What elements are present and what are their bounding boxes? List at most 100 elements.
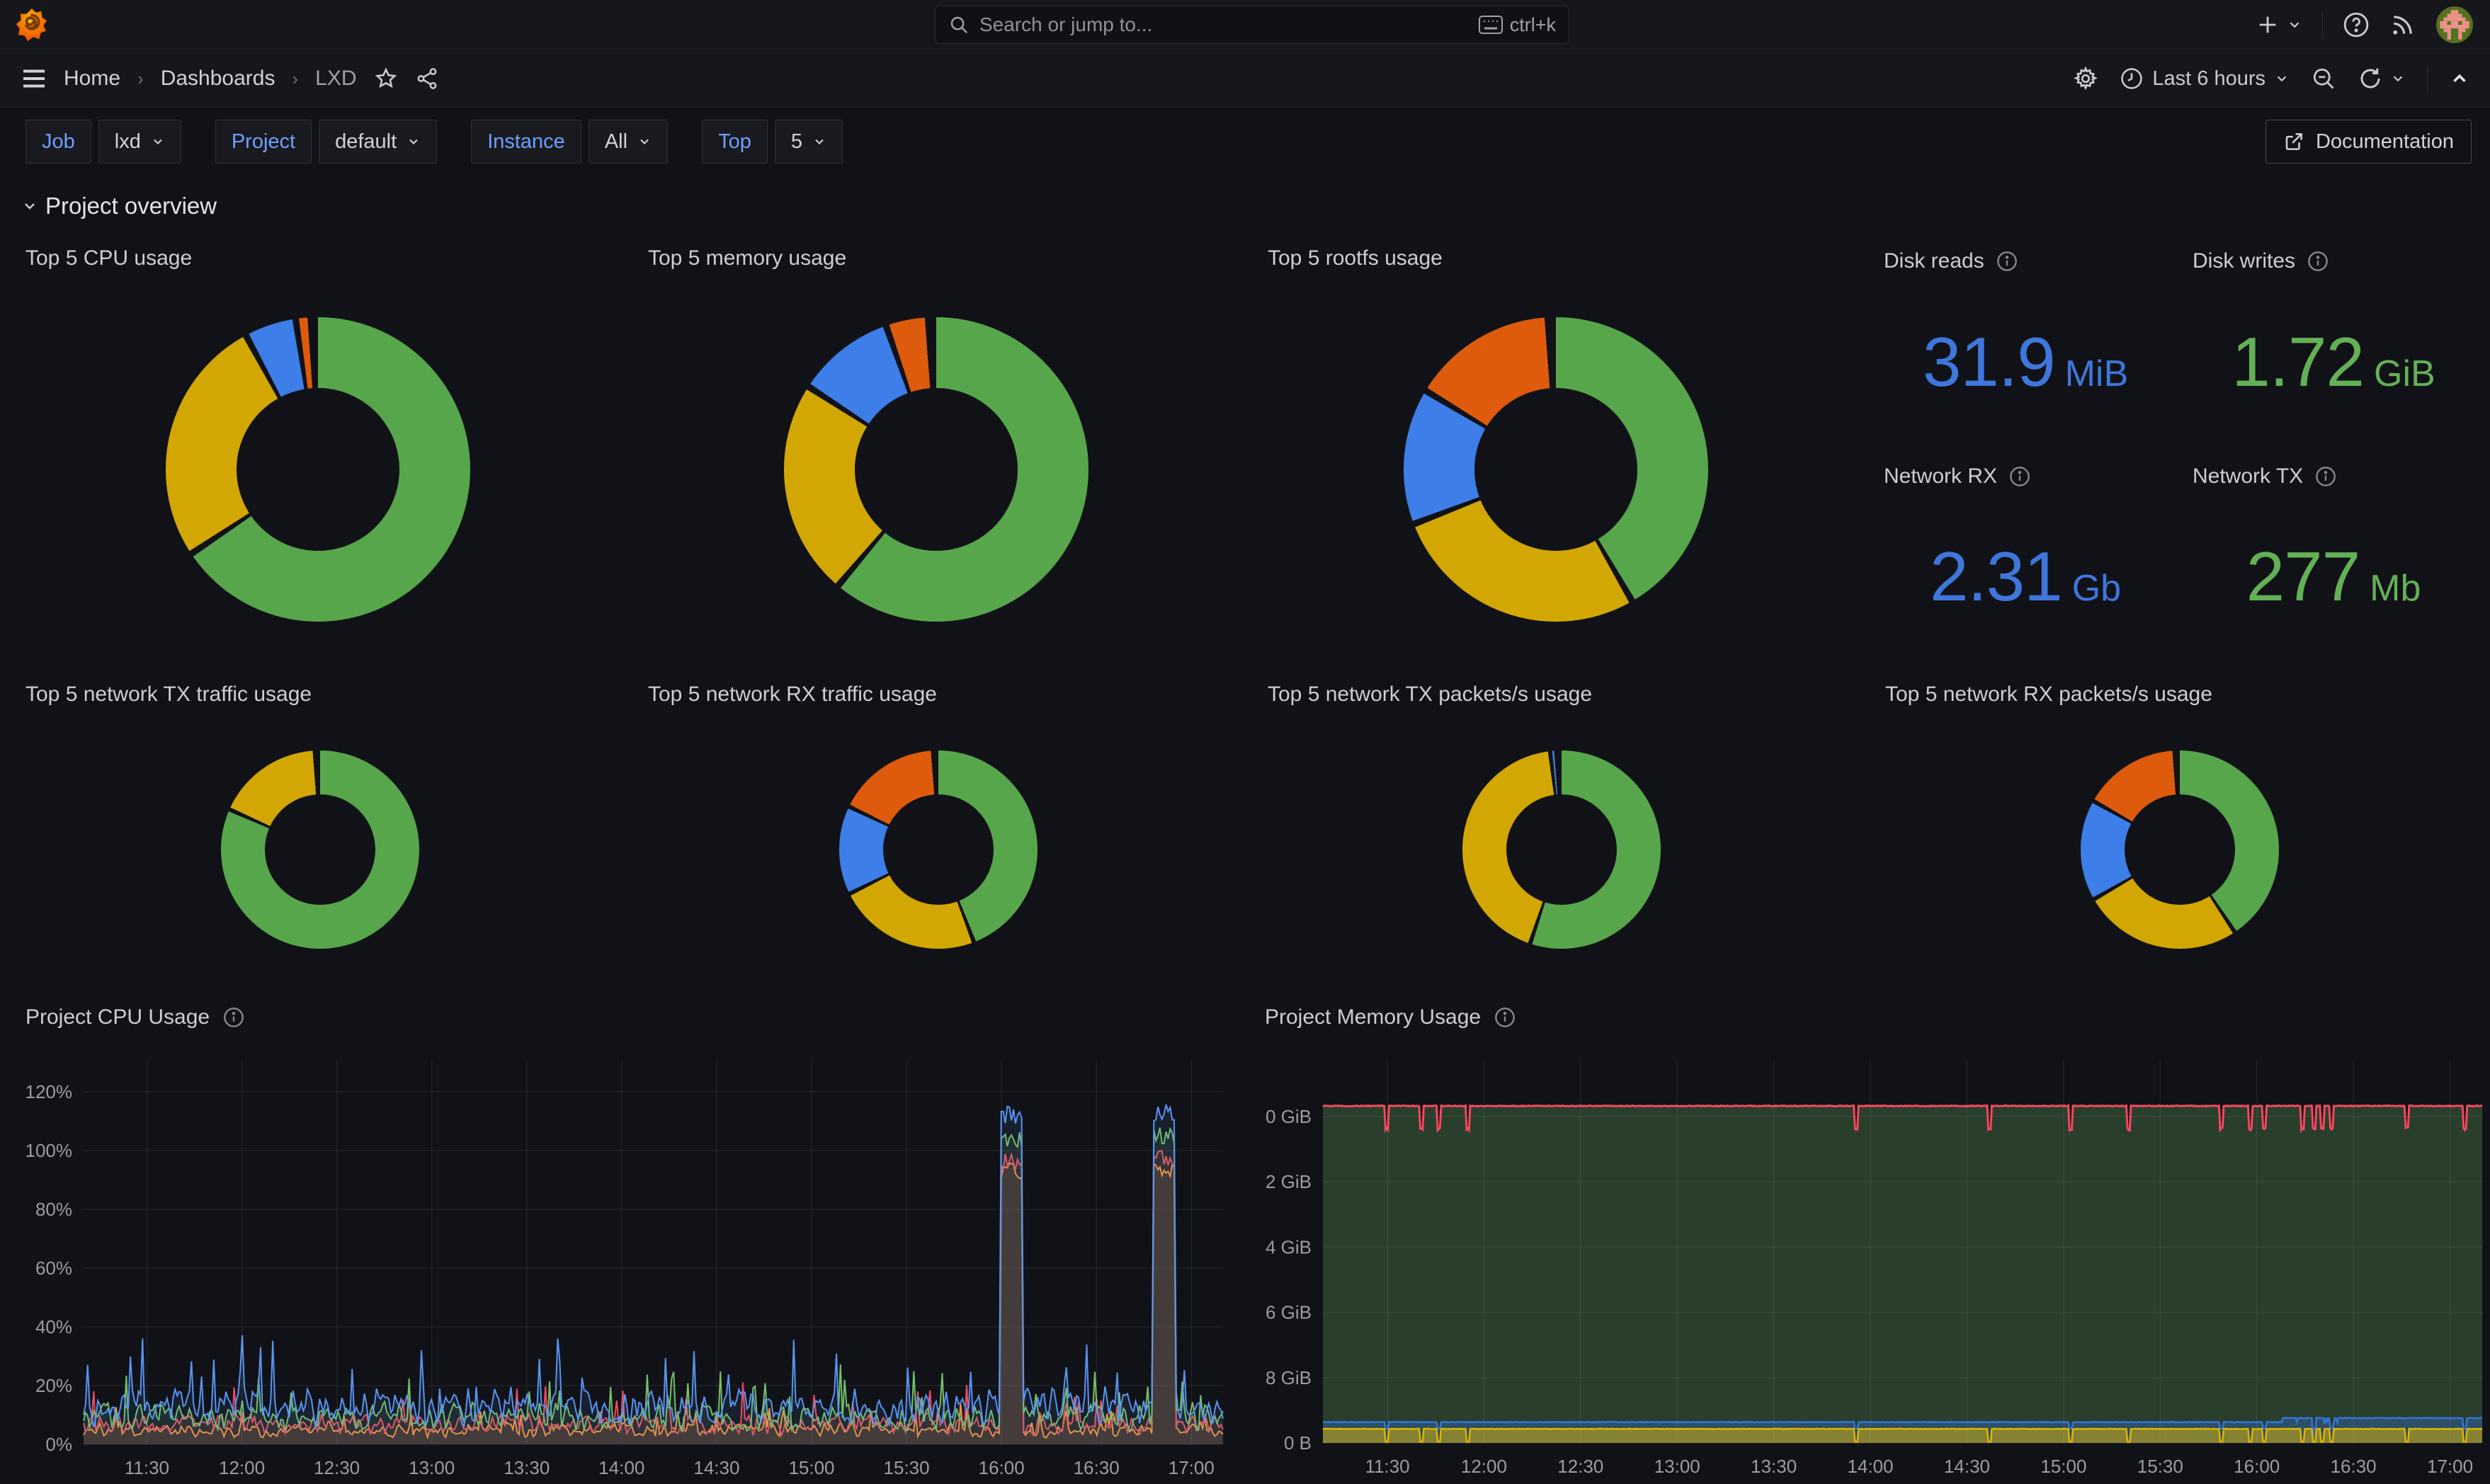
svg-text:13:30: 13:30	[1751, 1456, 1797, 1477]
svg-text:40 GiB: 40 GiB	[1265, 1106, 1312, 1127]
search-icon	[948, 14, 970, 35]
panel-title[interactable]: Top 5 rootfs usage	[1268, 246, 1443, 270]
collapse-toolbar-button[interactable]	[2449, 68, 2470, 89]
stat-unit: Mb	[2370, 567, 2421, 610]
user-avatar[interactable]	[2436, 6, 2473, 43]
info-icon[interactable]	[1494, 1006, 1516, 1029]
zoom-out-time-button[interactable]	[2311, 66, 2336, 91]
svg-text:32 GiB: 32 GiB	[1265, 1171, 1312, 1192]
panel-title[interactable]: Top 5 CPU usage	[25, 246, 192, 270]
info-icon[interactable]	[1996, 250, 2018, 273]
variable-project-value[interactable]: default	[319, 120, 437, 164]
external-link-icon	[2283, 131, 2304, 152]
stat-panel-title[interactable]: Network RX	[1884, 464, 2031, 489]
panel-title[interactable]: Top 5 network RX packets/s usage	[1885, 683, 2212, 707]
svg-text:14:00: 14:00	[598, 1457, 644, 1478]
menu-toggle-button[interactable]	[21, 68, 47, 89]
chevron-down-icon	[2287, 17, 2302, 33]
project-cpu-usage-chart[interactable]: 120%100%80%60%40%20%0%11:3012:0012:3013:…	[25, 1041, 1236, 1484]
variable-job-value[interactable]: lxd	[98, 120, 181, 164]
panel-title[interactable]: Project Memory Usage	[1265, 1005, 1516, 1029]
svg-text:16 GiB: 16 GiB	[1265, 1302, 1312, 1323]
donut-chart[interactable]	[221, 750, 419, 949]
panel-title[interactable]: Top 5 network RX traffic usage	[648, 683, 937, 707]
chevron-down-icon	[2390, 71, 2406, 86]
svg-text:12:00: 12:00	[1461, 1456, 1507, 1477]
info-icon[interactable]	[2307, 250, 2329, 273]
keyboard-icon	[1479, 16, 1503, 34]
chevron-down-icon	[2274, 71, 2290, 86]
panel-title[interactable]: Top 5 memory usage	[648, 246, 846, 270]
breadcrumb-home[interactable]: Home	[64, 67, 120, 91]
dashboard-nav-bar: Home › Dashboards › LXD	[0, 50, 2490, 108]
share-icon	[415, 67, 439, 91]
svg-text:12:30: 12:30	[1557, 1456, 1603, 1477]
stat-value: 277Mb	[2246, 537, 2421, 617]
stat-number: 1.72	[2232, 322, 2364, 402]
svg-text:120%: 120%	[25, 1081, 72, 1102]
breadcrumb-dashboards[interactable]: Dashboards	[161, 67, 275, 91]
grafana-logo-icon[interactable]	[16, 6, 48, 43]
info-icon[interactable]	[2314, 465, 2337, 488]
stat-number: 277	[2246, 537, 2360, 617]
variable-top: Top 5	[702, 120, 843, 164]
svg-text:15:30: 15:30	[884, 1457, 930, 1478]
info-icon[interactable]	[2008, 465, 2031, 488]
svg-text:20%: 20%	[35, 1375, 72, 1396]
global-search[interactable]: ctrl+k	[935, 6, 1569, 44]
svg-text:15:00: 15:00	[2040, 1456, 2086, 1477]
documentation-button[interactable]: Documentation	[2266, 120, 2472, 164]
donut-chart[interactable]	[784, 317, 1088, 622]
navbar-divider	[2427, 65, 2428, 92]
svg-text:8 GiB: 8 GiB	[1266, 1367, 1312, 1388]
svg-text:0%: 0%	[45, 1434, 72, 1455]
variable-instance-value[interactable]: All	[589, 120, 668, 164]
info-icon[interactable]	[222, 1006, 245, 1029]
variables-row: Job lxd Project default Instance All	[0, 108, 2490, 176]
svg-text:15:30: 15:30	[2137, 1456, 2183, 1477]
dashboard-settings-button[interactable]	[2073, 66, 2098, 91]
stat-panel-title[interactable]: Network TX	[2193, 464, 2337, 489]
donut-hole	[1474, 388, 1637, 551]
stat-number: 2.31	[1930, 537, 2062, 617]
chevron-down-icon	[151, 135, 165, 149]
stat-panel-title[interactable]: Disk reads	[1884, 249, 2018, 273]
svg-text:15:00: 15:00	[788, 1457, 834, 1478]
donut-hole	[883, 794, 994, 905]
panel-title[interactable]: Top 5 network TX packets/s usage	[1268, 683, 1592, 707]
svg-text:13:30: 13:30	[504, 1457, 550, 1478]
favorite-star-button[interactable]	[374, 67, 398, 91]
donut-chart[interactable]	[1462, 750, 1661, 949]
svg-text:40%: 40%	[35, 1316, 72, 1337]
project-memory-usage-chart[interactable]: 40 GiB32 GiB24 GiB16 GiB8 GiB0 B11:3012:…	[1265, 1041, 2490, 1484]
donut-chart[interactable]	[2081, 750, 2279, 949]
time-range-picker[interactable]: Last 6 hours	[2120, 67, 2290, 91]
svg-text:12:00: 12:00	[219, 1457, 265, 1478]
row-project-overview[interactable]: Project overview	[21, 193, 217, 219]
svg-text:13:00: 13:00	[1654, 1456, 1700, 1477]
donut-chart[interactable]	[1404, 317, 1708, 622]
clock-icon	[2120, 67, 2144, 91]
svg-text:0 B: 0 B	[1284, 1432, 1312, 1454]
news-feed-icon[interactable]	[2389, 11, 2416, 38]
new-button[interactable]	[2256, 13, 2302, 37]
svg-text:16:00: 16:00	[2234, 1456, 2280, 1477]
donut-chart[interactable]	[839, 750, 1038, 949]
stat-value: 31.9MiB	[1923, 322, 2128, 402]
stat-panel-title[interactable]: Disk writes	[2193, 249, 2329, 273]
variable-top-value[interactable]: 5	[775, 120, 843, 164]
svg-text:16:30: 16:30	[1074, 1457, 1120, 1478]
variable-top-label: Top	[702, 120, 768, 164]
svg-text:24 GiB: 24 GiB	[1265, 1236, 1312, 1257]
panel-title[interactable]: Project CPU Usage	[25, 1005, 245, 1029]
donut-hole	[855, 388, 1018, 551]
help-button[interactable]	[2343, 11, 2370, 38]
search-input[interactable]	[979, 13, 1469, 36]
refresh-button[interactable]	[2358, 66, 2406, 91]
donut-hole	[237, 388, 399, 551]
donut-chart[interactable]	[166, 317, 470, 622]
topbar-actions	[2256, 0, 2490, 50]
share-button[interactable]	[415, 67, 439, 91]
panel-title[interactable]: Top 5 network TX traffic usage	[25, 683, 312, 707]
stat-unit: MiB	[2065, 353, 2129, 395]
